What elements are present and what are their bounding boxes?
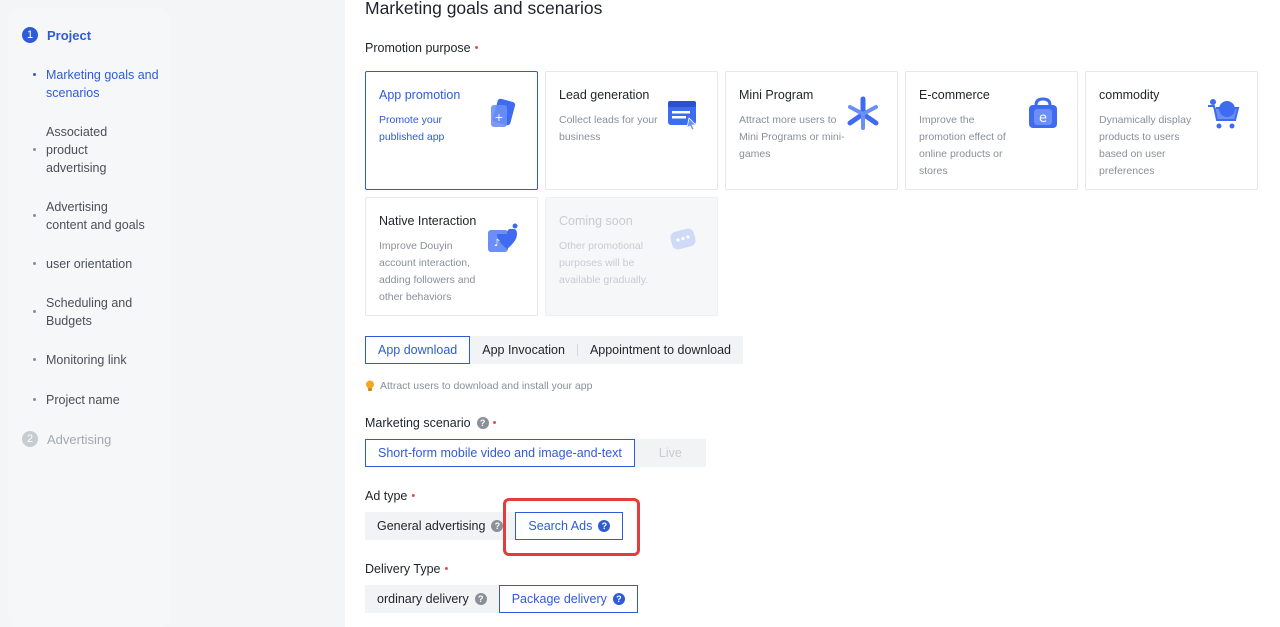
sidebar-item-label: Scheduling and Budgets <box>46 296 133 328</box>
main-content: Marketing goals and scenarios Promotion … <box>345 0 1280 627</box>
sidebar-item-advertising-content[interactable]: Advertising content and goals <box>33 198 163 234</box>
general-advertising-option[interactable]: General advertising ? <box>365 512 515 540</box>
hint-text: Attract users to download and install yo… <box>380 380 593 392</box>
option-label: ordinary delivery <box>377 592 469 606</box>
app-download-option[interactable]: App download <box>365 336 471 364</box>
sidebar-item-label: Project name <box>46 393 120 407</box>
form-window-icon <box>668 101 697 131</box>
card-e-commerce[interactable]: E-commerce Improve the promotion effect … <box>905 71 1078 190</box>
svg-text:♪: ♪ <box>494 238 500 249</box>
lightbulb-icon <box>366 380 374 391</box>
bullet-icon <box>33 358 36 361</box>
required-marker: • <box>492 417 497 429</box>
appointment-download-option[interactable]: Appointment to download <box>578 336 743 364</box>
live-option: Live <box>658 446 682 460</box>
svg-text:e: e <box>1039 111 1047 126</box>
required-marker: • <box>474 42 479 54</box>
delivery-type-label: Delivery Type • <box>365 562 448 576</box>
package-delivery-option[interactable]: Package delivery ? <box>498 585 638 613</box>
required-marker: • <box>444 563 449 575</box>
sidebar: 1 Project Marketing goals and scenarios … <box>0 0 170 627</box>
option-label: Package delivery <box>511 592 607 606</box>
sidebar-item-label: Advertising content and goals <box>46 200 145 232</box>
sidebar-item-label: user orientation <box>46 257 133 271</box>
ad-type-label: Ad type • <box>365 489 415 503</box>
option-label: General advertising <box>377 519 486 533</box>
marketing-scenario-selector: Short-form mobile video and image-and-te… <box>365 439 706 467</box>
highlight-box <box>503 498 640 556</box>
app-mode-hint: Attract users to download and install yo… <box>365 380 592 392</box>
card-description: Promote your published app <box>379 114 445 143</box>
step-project[interactable]: 1 Project <box>22 27 91 43</box>
step-number: 2 <box>22 431 38 447</box>
card-native-interaction[interactable]: Native Interaction Improve Douyin accoun… <box>365 197 538 316</box>
label-text: Ad type <box>365 489 408 503</box>
bullet-icon <box>33 398 36 401</box>
bullet-icon <box>33 214 36 217</box>
short-video-option[interactable]: Short-form mobile video and image-and-te… <box>365 439 635 467</box>
help-icon[interactable]: ? <box>474 593 487 605</box>
shopping-cart-icon <box>1208 99 1240 129</box>
app-invocation-option[interactable]: App Invocation <box>470 336 577 364</box>
card-commodity[interactable]: commodity Dynamically display products t… <box>1085 71 1258 190</box>
step-label: Project <box>47 27 92 43</box>
card-lead-generation[interactable]: Lead generation Collect leads for your b… <box>545 71 718 190</box>
page-title: Marketing goals and scenarios <box>365 0 603 18</box>
label-text: Promotion purpose <box>365 41 471 55</box>
bullet-icon <box>33 148 36 151</box>
sidebar-item-label: Marketing goals and scenarios <box>46 68 159 100</box>
sidebar-item-scheduling[interactable]: Scheduling and Budgets <box>33 294 163 330</box>
bullet-icon <box>33 262 36 265</box>
step-number: 1 <box>22 27 38 43</box>
app-mode-selector: App download App Invocation Appointment … <box>365 336 744 364</box>
asterisk-icon <box>847 96 879 130</box>
label-text: Marketing scenario <box>365 416 471 430</box>
help-icon[interactable]: ? <box>476 417 489 429</box>
app-card-icon: + <box>491 98 516 127</box>
card-app-promotion[interactable]: App promotion Promote your published app… <box>365 71 538 190</box>
card-description: Attract more users to Mini Programs or m… <box>739 114 845 160</box>
card-mini-program[interactable]: Mini Program Attract more users to Mini … <box>725 71 898 190</box>
sidebar-item-monitoring-link[interactable]: Monitoring link <box>33 351 163 369</box>
marketing-scenario-label: Marketing scenario ? • <box>365 416 496 430</box>
help-icon[interactable]: ? <box>612 593 625 605</box>
required-marker: • <box>411 490 416 502</box>
label-text: Delivery Type <box>365 562 441 576</box>
card-description: Collect leads for your business <box>559 114 658 143</box>
svg-text:+: + <box>494 111 503 124</box>
step-advertising[interactable]: 2 Advertising <box>22 431 111 447</box>
step-label: Advertising <box>47 431 112 447</box>
sidebar-item-associated-product[interactable]: Associated product advertising <box>33 123 163 177</box>
delivery-type-selector: ordinary delivery ? Package delivery ? <box>365 585 638 613</box>
promotion-purpose-label: Promotion purpose • <box>365 41 478 55</box>
shopping-bag-icon: e <box>1029 97 1057 128</box>
sidebar-item-label: Associated product advertising <box>46 125 108 175</box>
card-description: Dynamically display products to users ba… <box>1099 114 1192 177</box>
card-coming-soon: Coming soon Other promotional purposes w… <box>545 197 718 316</box>
help-icon[interactable]: ? <box>491 520 504 532</box>
card-description: Improve Douyin account interaction, addi… <box>379 240 476 303</box>
sidebar-item-user-orientation[interactable]: user orientation <box>33 255 163 273</box>
sidebar-item-marketing-goals[interactable]: Marketing goals and scenarios <box>33 66 163 102</box>
douyin-heart-icon: ♪ <box>488 223 518 252</box>
card-description: Other promotional purposes will be avail… <box>559 240 649 286</box>
sidebar-item-label: Monitoring link <box>46 353 127 367</box>
sidebar-item-project-name[interactable]: Project name <box>33 391 163 409</box>
card-description: Improve the promotion effect of online p… <box>919 114 1006 177</box>
bullet-icon <box>33 73 36 76</box>
bullet-icon <box>33 310 36 313</box>
chat-bubble-icon <box>670 228 696 250</box>
ordinary-delivery-option[interactable]: ordinary delivery ? <box>365 585 499 613</box>
